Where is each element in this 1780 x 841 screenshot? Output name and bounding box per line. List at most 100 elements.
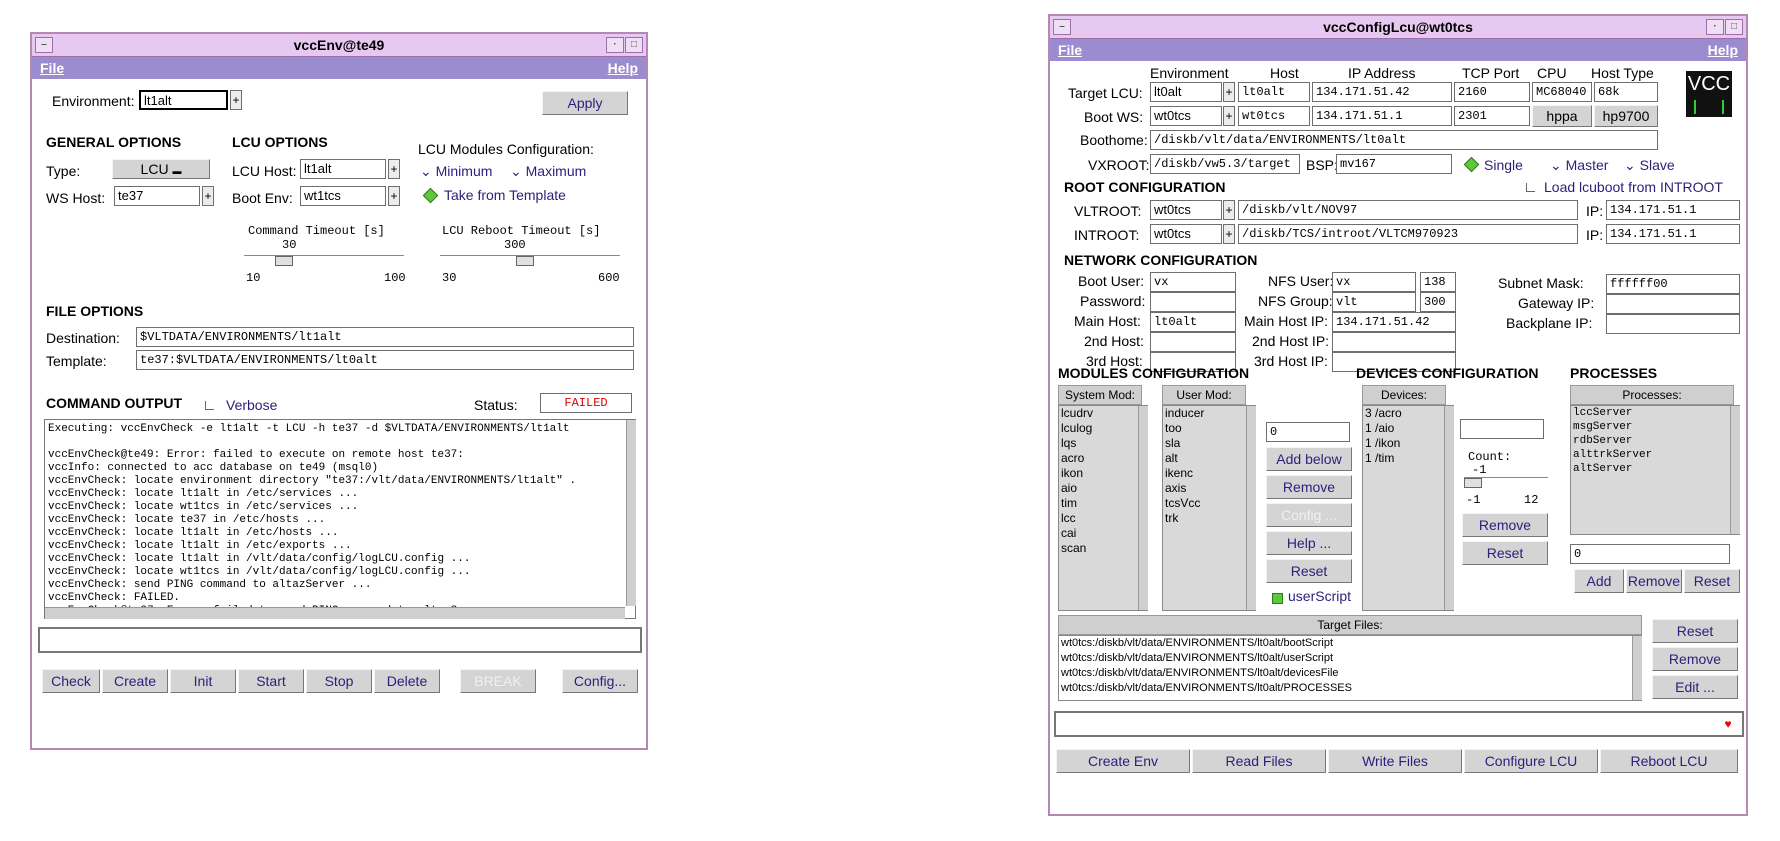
system-mod-item[interactable]: lcudrv — [1059, 406, 1147, 421]
vltroot-env-plus[interactable]: + — [1223, 200, 1235, 220]
process-item[interactable]: msgServer — [1571, 420, 1739, 434]
check-button[interactable]: Check — [42, 669, 100, 693]
configure-lcu-button[interactable]: Configure LCU — [1464, 749, 1598, 773]
take-from-template-label[interactable]: Take from Template — [444, 187, 566, 203]
create-env-button[interactable]: Create Env — [1056, 749, 1190, 773]
config-module-button[interactable]: Config ... — [1266, 503, 1352, 527]
menu-file[interactable]: File — [40, 60, 64, 76]
master-radio[interactable]: ⌄ Master — [1550, 157, 1608, 174]
command-timeout-slider-thumb[interactable] — [275, 256, 293, 266]
processes-list[interactable]: lccServer msgServer rdbServer alttrkServer a… — [1570, 405, 1740, 535]
template-input[interactable]: te37:$VLTDATA/ENVIRONMENTS/lt0alt — [136, 350, 634, 370]
introot-env-input[interactable]: wt0tcs — [1150, 224, 1222, 244]
start-button[interactable]: Start — [238, 669, 304, 693]
add-below-button[interactable]: Add below — [1266, 447, 1352, 471]
count-slider[interactable] — [1464, 477, 1548, 490]
remove-device-button[interactable]: Remove — [1462, 513, 1548, 537]
vltroot-ip-input[interactable]: 134.171.51.1 — [1606, 200, 1740, 220]
remove-target-file-button[interactable]: Remove — [1652, 647, 1738, 671]
nfs-group-id-input[interactable]: 300 — [1420, 292, 1456, 312]
minimize-icon[interactable]: · — [1706, 19, 1724, 35]
introot-env-plus[interactable]: + — [1223, 224, 1235, 244]
menu-file[interactable]: File — [1058, 42, 1082, 58]
subnet-input[interactable]: ffffff00 — [1606, 274, 1740, 294]
stop-button[interactable]: Stop — [306, 669, 372, 693]
bsp-input[interactable]: mv167 — [1336, 154, 1452, 174]
user-mod-list[interactable]: inducer too sla alt ikenc axis tcsVcc trk — [1162, 405, 1256, 611]
nfs-user-input[interactable]: vx — [1332, 272, 1416, 292]
nfs-user-id-input[interactable]: 138 — [1420, 272, 1456, 292]
menu-help[interactable]: Help — [608, 60, 638, 76]
system-mod-item[interactable]: lcc — [1059, 511, 1147, 526]
vltroot-path-input[interactable]: /diskb/vlt/NOV97 — [1238, 200, 1578, 220]
main-host-ip-input[interactable]: 134.171.51.42 — [1332, 312, 1456, 332]
window-menu-icon[interactable]: – — [35, 37, 53, 53]
command-timeout-slider[interactable] — [244, 255, 404, 268]
system-mod-scrollbar[interactable] — [1138, 406, 1148, 610]
boot-ws-hosttype-button[interactable]: hp9700 — [1594, 105, 1658, 127]
target-files-scrollbar[interactable] — [1632, 636, 1642, 700]
title-bar[interactable]: – vccEnv@te49 · □ — [32, 34, 646, 57]
boot-user-input[interactable]: vx — [1150, 272, 1236, 292]
system-mod-list[interactable]: lcudrv lculog lqs acro ikon aio tim lcc cai scan — [1058, 405, 1148, 611]
reset-device-button[interactable]: Reset — [1462, 541, 1548, 565]
boot-ws-port-input[interactable]: 2301 — [1454, 106, 1530, 126]
slave-radio[interactable]: ⌄ Slave — [1624, 157, 1675, 174]
processes-scrollbar[interactable] — [1730, 406, 1740, 534]
user-mod-item[interactable]: tcsVcc — [1163, 496, 1255, 511]
menu-help[interactable]: Help — [1708, 42, 1738, 58]
process-item[interactable]: rdbServer — [1571, 434, 1739, 448]
target-lcu-ip-input[interactable]: 134.171.51.42 — [1312, 82, 1452, 102]
user-mod-item[interactable]: too — [1163, 421, 1255, 436]
single-radio-icon[interactable] — [1463, 156, 1480, 173]
process-item[interactable]: alttrkServer — [1571, 448, 1739, 462]
delete-button[interactable]: Delete — [374, 669, 440, 693]
system-mod-item[interactable]: aio — [1059, 481, 1147, 496]
help-module-button[interactable]: Help ... — [1266, 531, 1352, 555]
boot-ws-env-plus[interactable]: + — [1223, 106, 1235, 126]
module-entry-input[interactable]: 0 — [1266, 422, 1350, 442]
load-lcuboot-label[interactable]: Load lcuboot from INTROOT — [1544, 179, 1723, 195]
system-mod-item[interactable]: acro — [1059, 451, 1147, 466]
device-item[interactable]: 1 /aio — [1363, 421, 1453, 436]
environment-plus-button[interactable]: + — [230, 90, 242, 110]
second-host-input[interactable] — [1150, 332, 1236, 352]
window-menu-icon[interactable]: – — [1053, 19, 1071, 35]
single-label[interactable]: Single — [1484, 157, 1523, 173]
reboot-timeout-slider-thumb[interactable] — [516, 256, 534, 266]
devices-list[interactable]: 3 /acro 1 /aio 1 /ikon 1 /tim — [1362, 405, 1454, 611]
introot-ip-input[interactable]: 134.171.51.1 — [1606, 224, 1740, 244]
command-line-input[interactable] — [38, 627, 642, 653]
edit-target-file-button[interactable]: Edit ... — [1652, 675, 1738, 699]
read-files-button[interactable]: Read Files — [1192, 749, 1326, 773]
vltroot-env-input[interactable]: wt0tcs — [1150, 200, 1222, 220]
lcu-host-input[interactable]: lt1alt — [300, 159, 386, 179]
target-lcu-env-plus[interactable]: + — [1223, 82, 1235, 102]
user-mod-item[interactable]: sla — [1163, 436, 1255, 451]
destination-input[interactable]: $VLTDATA/ENVIRONMENTS/lt1alt — [136, 327, 634, 347]
backplane-input[interactable] — [1606, 314, 1740, 334]
userscript-label[interactable]: userScript — [1288, 588, 1351, 604]
device-entry-input[interactable] — [1460, 419, 1544, 439]
remove-process-button[interactable]: Remove — [1626, 569, 1682, 593]
boot-env-input[interactable]: wt1tcs — [300, 186, 386, 206]
target-lcu-host-input[interactable]: lt0alt — [1238, 82, 1310, 102]
user-mod-item[interactable]: ikenc — [1163, 466, 1255, 481]
process-item[interactable]: lccServer — [1571, 406, 1739, 420]
vxroot-input[interactable]: /diskb/vw5.3/target — [1150, 154, 1300, 174]
target-file-item[interactable]: wt0tcs:/diskb/vlt/data/ENVIRONMENTS/lt0a… — [1059, 651, 1641, 666]
apply-button[interactable]: Apply — [542, 91, 628, 115]
user-mod-item[interactable]: inducer — [1163, 406, 1255, 421]
take-from-template-radio-icon[interactable] — [422, 187, 439, 204]
environment-input[interactable]: lt1alt — [139, 90, 228, 110]
create-button[interactable]: Create — [102, 669, 168, 693]
target-file-item[interactable]: wt0tcs:/diskb/vlt/data/ENVIRONMENTS/lt0a… — [1059, 636, 1641, 651]
target-file-item[interactable]: wt0tcs:/diskb/vlt/data/ENVIRONMENTS/lt0a… — [1059, 681, 1641, 696]
boot-ws-host-input[interactable]: wt0tcs — [1238, 106, 1310, 126]
introot-path-input[interactable]: /diskb/TCS/introot/VLTCM970923 — [1238, 224, 1578, 244]
reboot-timeout-slider[interactable] — [440, 255, 620, 268]
load-lcuboot-checkbox[interactable] — [1526, 183, 1535, 192]
output-vertical-scrollbar[interactable] — [626, 420, 636, 606]
verbose-checkbox[interactable] — [205, 401, 214, 410]
user-mod-item[interactable]: axis — [1163, 481, 1255, 496]
